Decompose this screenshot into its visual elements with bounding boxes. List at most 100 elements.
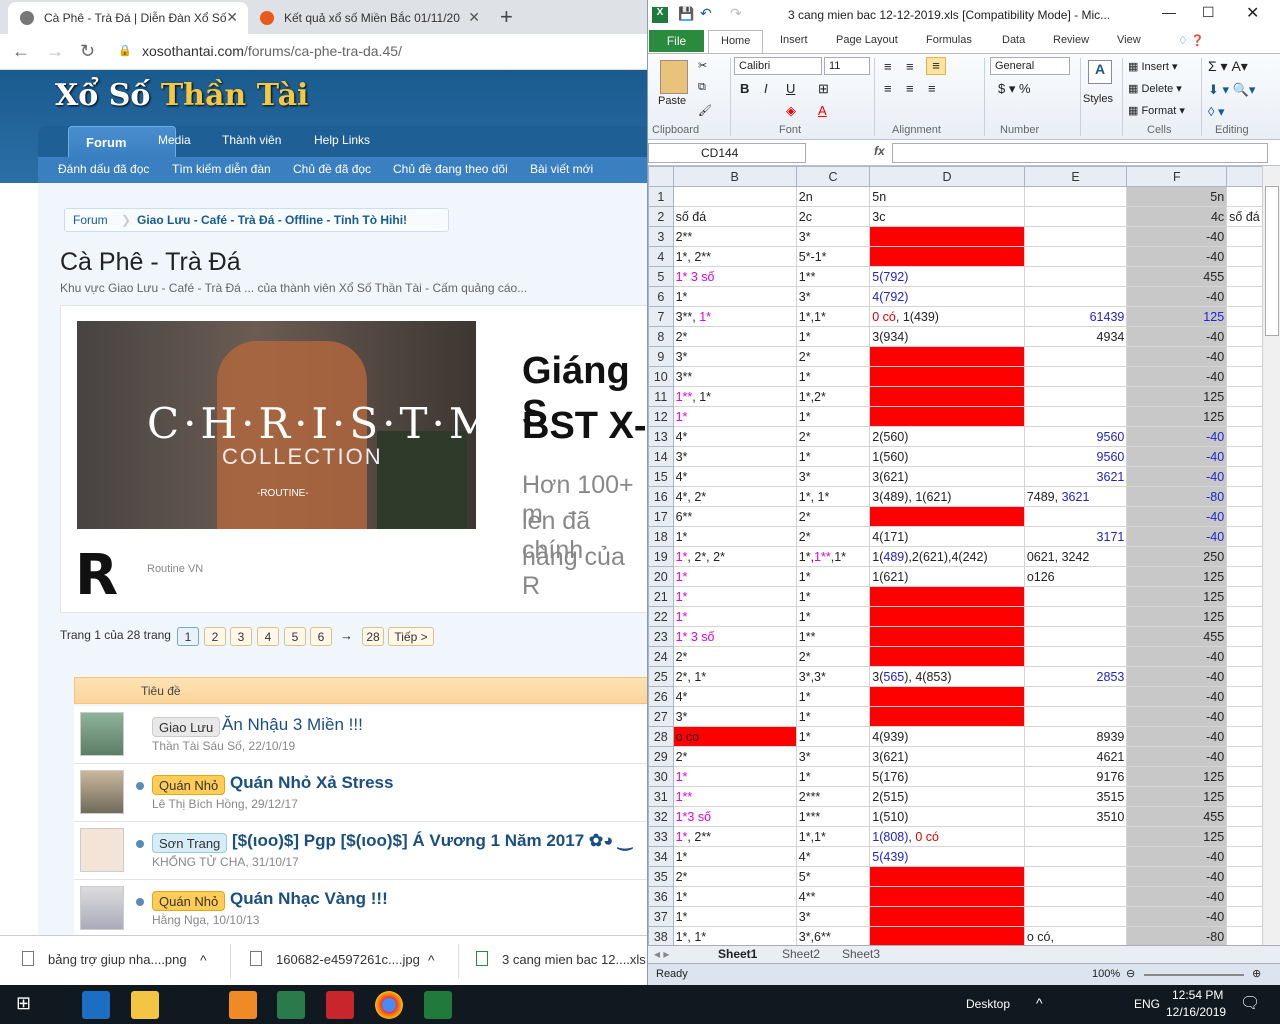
cell[interactable]: 1(510) [869, 806, 1025, 827]
cell[interactable] [1023, 826, 1128, 847]
subnav-mark-read[interactable]: Đánh dấu đã đọc [58, 162, 149, 176]
cell[interactable] [1023, 886, 1128, 907]
cell[interactable] [869, 886, 1025, 907]
breadcrumb-forum[interactable]: Forum [73, 213, 108, 227]
cell[interactable]: 1* 3 số [672, 626, 797, 647]
cell[interactable]: 1(808), 0 có [869, 826, 1025, 847]
cell[interactable]: 125 [1126, 586, 1228, 607]
cell[interactable] [869, 226, 1025, 247]
thread-prefix[interactable]: Sơn Trang [152, 833, 228, 853]
cell[interactable] [1226, 626, 1263, 647]
cell[interactable]: 0 có, 1(439) [869, 306, 1025, 327]
cell[interactable] [1226, 306, 1263, 327]
column-header[interactable]: D [869, 166, 1025, 187]
cell[interactable]: -40 [1126, 426, 1228, 447]
row-header[interactable]: 33 [648, 826, 674, 847]
cell[interactable] [1023, 246, 1128, 267]
browser-tab-forum[interactable]: Cà Phê - Trà Đá | Diễn Đàn Xổ Số ✕ [8, 2, 248, 34]
row-header[interactable]: 12 [648, 406, 674, 427]
column-header[interactable]: C [795, 166, 871, 187]
cell[interactable]: 1(621) [869, 566, 1025, 587]
page-3[interactable]: 3 [230, 627, 252, 646]
align-center-icon[interactable]: ≡ [906, 81, 914, 96]
cell[interactable]: 3* [672, 446, 797, 467]
row-header[interactable]: 30 [648, 766, 674, 787]
row-header[interactable]: 19 [648, 546, 674, 567]
cell[interactable]: 1* [795, 686, 871, 707]
cell[interactable]: 125 [1126, 566, 1228, 587]
cell[interactable]: 3* [795, 906, 871, 927]
cell[interactable]: 455 [1126, 806, 1228, 827]
row-header[interactable]: 20 [648, 566, 674, 587]
cell[interactable] [869, 906, 1025, 927]
cell[interactable]: 5n [1126, 186, 1228, 207]
cell[interactable] [869, 626, 1025, 647]
cell[interactable]: 1* [672, 886, 797, 907]
cell[interactable]: 2* [795, 506, 871, 527]
cell[interactable]: 455 [1126, 626, 1228, 647]
cell[interactable]: 1*,1* [795, 306, 871, 327]
cell[interactable] [869, 406, 1025, 427]
name-box[interactable]: CD144 [648, 143, 806, 163]
cell[interactable] [1226, 806, 1263, 827]
cell[interactable] [869, 506, 1025, 527]
cell[interactable]: 2* [672, 326, 797, 347]
excel-taskbar-icon[interactable] [424, 991, 452, 1019]
cell[interactable]: 455 [1126, 266, 1228, 287]
row-header[interactable]: 17 [648, 506, 674, 527]
page-5[interactable]: 5 [284, 627, 306, 646]
cell[interactable] [1226, 666, 1263, 687]
cell[interactable] [1226, 726, 1263, 747]
delete-cells-button[interactable]: ▦ Delete ▾ [1128, 82, 1182, 95]
cell[interactable]: -40 [1126, 706, 1228, 727]
cell[interactable] [869, 686, 1025, 707]
autosum-icon[interactable]: Σ ▾ A▾ [1208, 58, 1248, 75]
tab-view[interactable]: View [1117, 34, 1141, 46]
cell[interactable] [1226, 906, 1263, 927]
cell[interactable]: 8939 [1023, 726, 1128, 747]
cell[interactable]: 3* [795, 466, 871, 487]
row-header[interactable]: 35 [648, 866, 674, 887]
cell[interactable]: 3(934) [869, 326, 1025, 347]
cell[interactable]: 1* [795, 366, 871, 387]
cell[interactable]: 5* [795, 866, 871, 887]
cell[interactable]: -40 [1126, 466, 1228, 487]
cell[interactable]: 1* [795, 406, 871, 427]
cell[interactable]: 4(939) [869, 726, 1025, 747]
cell[interactable]: -40 [1126, 906, 1228, 927]
cell[interactable]: 1*, 2** [672, 826, 797, 847]
italic-icon[interactable]: I [764, 81, 768, 96]
cell[interactable]: 1* [795, 766, 871, 787]
cell[interactable]: 1** [795, 626, 871, 647]
download-item[interactable]: 160682-e4597261c....jpg [276, 952, 420, 967]
maximize-button[interactable]: ☐ [1202, 4, 1215, 21]
reload-icon[interactable]: ↻ [80, 41, 95, 62]
cell[interactable]: 4934 [1023, 326, 1128, 347]
row-header[interactable]: 29 [648, 746, 674, 767]
cell[interactable]: 3(621) [869, 746, 1025, 767]
row-header[interactable]: 11 [648, 386, 674, 407]
cell[interactable]: -80 [1126, 926, 1228, 945]
cell[interactable] [1023, 626, 1128, 647]
cell[interactable]: 1* [672, 586, 797, 607]
cell[interactable] [1226, 246, 1263, 267]
save-icon[interactable]: 💾 [678, 6, 694, 22]
cell[interactable]: 1**, 1* [672, 386, 797, 407]
cell[interactable]: 3* [795, 746, 871, 767]
row-header[interactable]: 8 [648, 326, 674, 347]
cell[interactable]: 2* [795, 646, 871, 667]
cell[interactable] [1023, 366, 1128, 387]
address-bar[interactable]: xosothantai.com/forums/ca-phe-tra-da.45/ [142, 43, 402, 59]
cell[interactable] [869, 926, 1025, 945]
vertical-scrollbar[interactable] [1262, 166, 1280, 945]
scroll-thumb[interactable] [1265, 186, 1279, 336]
cell[interactable]: 1* [672, 846, 797, 867]
chevron-up-icon[interactable]: ^ [1036, 995, 1043, 1011]
row-header[interactable]: 38 [648, 926, 674, 945]
cell[interactable]: 1** [795, 266, 871, 287]
zoom-out-icon[interactable]: ⊖ [1126, 967, 1135, 980]
cell[interactable]: 1*, 2** [672, 246, 797, 267]
cell[interactable]: 125 [1126, 386, 1228, 407]
cell[interactable] [1226, 406, 1263, 427]
sheet-nav-icon[interactable]: ◂ ▸ [654, 947, 669, 961]
